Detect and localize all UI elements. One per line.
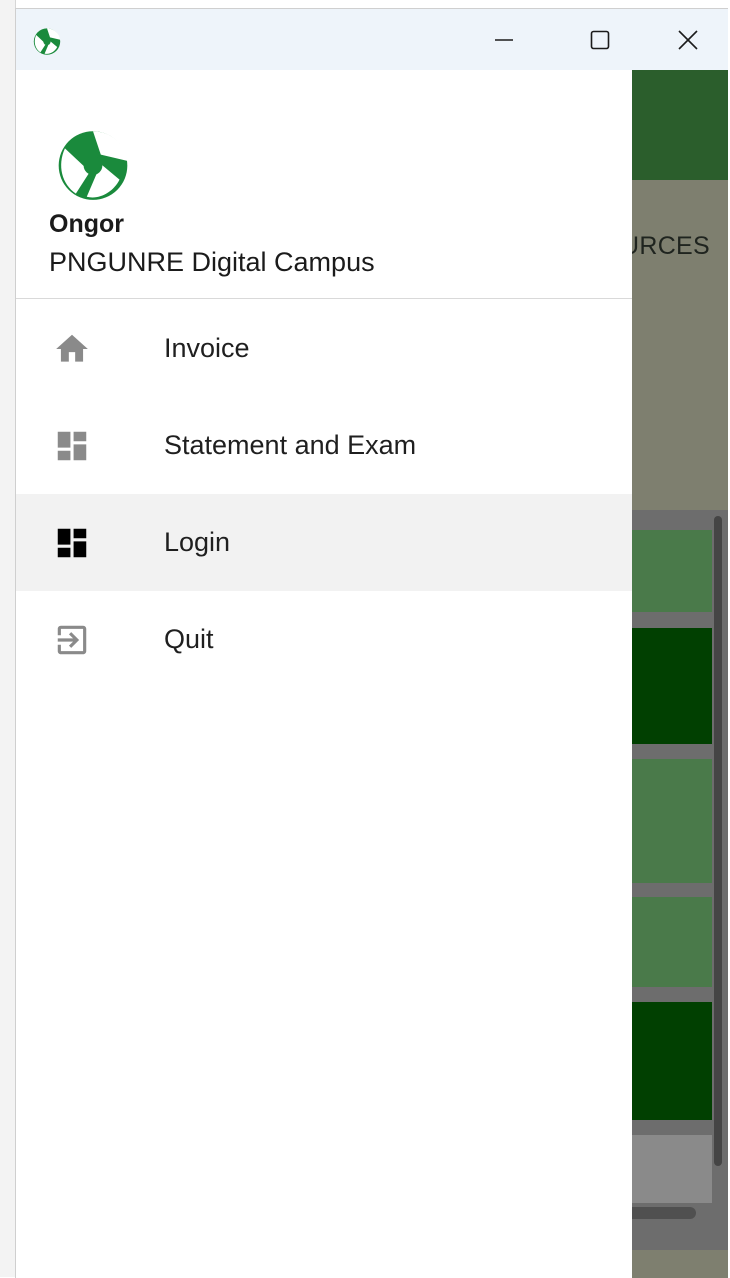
navigation-drawer: Ongor PNGUNRE Digital Campus Invoice Sta… <box>16 70 632 1278</box>
menu-item-label: Statement and Exam <box>164 430 417 460</box>
desktop-background <box>0 0 16 1277</box>
background-nav-label: URCES <box>620 232 710 260</box>
maximize-button[interactable] <box>552 9 648 70</box>
minimize-button[interactable] <box>456 9 552 70</box>
menu-item-label: Invoice <box>164 333 250 363</box>
title-bar <box>16 9 728 70</box>
menu-item-invoice[interactable]: Invoice <box>16 300 632 397</box>
menu-item-label: Quit <box>164 624 214 654</box>
dashboard-icon <box>53 427 91 465</box>
menu-item-statement-and-exam[interactable]: Statement and Exam <box>16 397 632 494</box>
maximize-icon <box>590 30 610 49</box>
app-logo-icon <box>58 131 128 200</box>
exit-icon <box>53 621 91 659</box>
menu-item-label: Login <box>164 527 231 557</box>
drawer-menu: Invoice Statement and Exam Login Quit <box>16 300 632 688</box>
app-window: URCES Ongor PNGUNRE Digital Campus Invoi… <box>15 8 728 1278</box>
drawer-subtitle: PNGUNRE Digital Campus <box>49 247 375 277</box>
app-logo-icon <box>33 28 61 55</box>
dashboard-icon <box>53 524 91 562</box>
close-icon <box>678 29 698 50</box>
close-button[interactable] <box>648 9 728 70</box>
home-icon <box>53 330 91 368</box>
menu-item-quit[interactable]: Quit <box>16 591 632 688</box>
drawer-title: Ongor <box>49 210 124 238</box>
background-vertical-scrollbar <box>714 516 722 1166</box>
minimize-icon <box>495 38 513 41</box>
menu-item-login[interactable]: Login <box>16 494 632 591</box>
drawer-header: Ongor PNGUNRE Digital Campus <box>16 70 632 299</box>
